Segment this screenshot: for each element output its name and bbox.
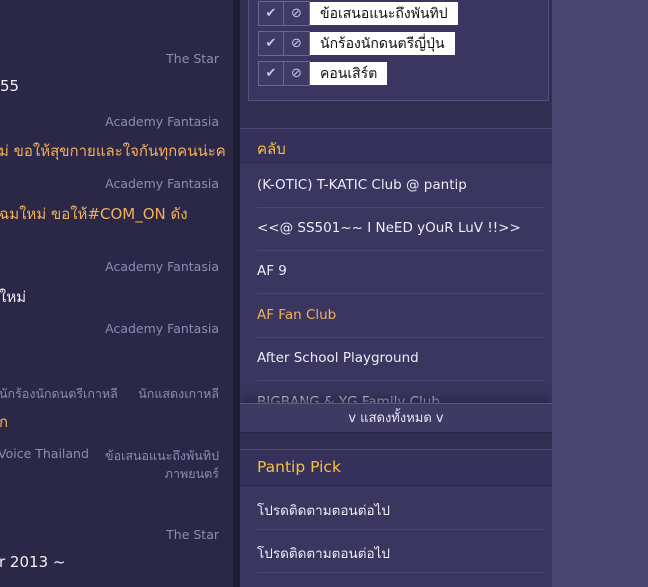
club-item[interactable]: AF Fan Club: [257, 295, 544, 338]
club-item[interactable]: AF 9: [257, 251, 544, 294]
topic-row: ✔ ⊘ นักร้องนักดนตรีญี่ปุ่น: [258, 31, 455, 56]
show-all-button[interactable]: v แสดงทั้งหมด v: [240, 403, 552, 433]
topic-row: ✔ ⊘ คอนเสิร์ต: [258, 61, 388, 86]
club-name: (K-OTIC) T-KATIC Club @ pantip: [257, 177, 467, 193]
feed-tag[interactable]: Voice Thailand: [0, 446, 89, 461]
topic-label[interactable]: ข้อเสนอแนะถึงพันทิป: [310, 2, 458, 25]
feed-title[interactable]: ฉมใหม่ ขอให้#COM_ON ดัง: [0, 202, 188, 226]
check-icon[interactable]: ✔: [258, 1, 284, 26]
feed-tag[interactable]: ภาพยนตร์: [165, 464, 219, 484]
feed-title[interactable]: ม่ ขอให้สุขกายและใจกันทุกคนน่ะค: [0, 139, 226, 163]
feed-title[interactable]: 55: [0, 77, 19, 95]
feed-tag[interactable]: ·: [215, 0, 219, 5]
block-icon[interactable]: ⊘: [284, 61, 310, 86]
clubs-title: คลับ: [257, 140, 286, 158]
feed-tag[interactable]: The Star: [166, 51, 219, 66]
check-icon[interactable]: ✔: [258, 61, 284, 86]
pick-title: Pantip Pick: [257, 458, 341, 476]
topic-feed: · The Star 55 Academy Fantasia ม่ ขอให้ส…: [0, 0, 233, 587]
feed-tag[interactable]: นักแสดงเกาหลี: [138, 384, 219, 404]
feed-tag[interactable]: นักร้องนักดนตรีเกาหลี: [0, 384, 118, 404]
pick-item[interactable]: โปรดติดตามตอนต่อไป: [257, 487, 544, 530]
club-item[interactable]: (K-OTIC) T-KATIC Club @ pantip: [257, 165, 544, 208]
block-icon[interactable]: ⊘: [284, 1, 310, 26]
feed-tag[interactable]: Academy Fantasia: [105, 259, 219, 274]
feed-tag[interactable]: The Star: [166, 527, 219, 542]
club-item[interactable]: After School Playground: [257, 338, 544, 381]
pick-item[interactable]: โปรดติดตามตอนต่อไป: [257, 530, 544, 573]
club-name: After School Playground: [257, 350, 419, 366]
feed-divider: [233, 0, 240, 587]
clubs-panel: คลับ (K-OTIC) T-KATIC Club @ pantip <<@ …: [240, 128, 552, 425]
club-name: <<@ SS501~~ I NeED yOuR LuV !!>>: [257, 220, 521, 236]
sidebar: ✔ ⊘ ข้อเสนอแนะถึงพันทิป ✔ ⊘ นักร้องนักดน…: [240, 0, 552, 587]
pick-item-title: โปรดติดตามตอนต่อไป: [257, 546, 390, 562]
feed-tag[interactable]: ข้อเสนอแนะถึงพันทิป: [105, 446, 219, 466]
topic-row: ✔ ⊘ ข้อเสนอแนะถึงพันทิป: [258, 1, 458, 26]
pantip-pick-panel: Pantip Pick โปรดติดตามตอนต่อไป โปรดติดตา…: [240, 449, 552, 587]
feed-title[interactable]: ใหม่: [0, 285, 26, 309]
feed-title[interactable]: ก: [0, 410, 8, 434]
topic-label[interactable]: คอนเสิร์ต: [310, 62, 388, 85]
panel-gap: [240, 433, 552, 449]
club-item[interactable]: <<@ SS501~~ I NeED yOuR LuV !!>>: [257, 208, 544, 251]
clubs-header: [240, 129, 552, 163]
feed-tag[interactable]: Academy Fantasia: [105, 321, 219, 336]
club-name: AF Fan Club: [257, 307, 337, 323]
feed-title[interactable]: r 2013 ~: [0, 553, 65, 571]
check-icon[interactable]: ✔: [258, 31, 284, 56]
feed-tag[interactable]: Academy Fantasia: [105, 114, 219, 129]
pick-item-title: โปรดติดตามตอนต่อไป: [257, 503, 390, 519]
club-name: AF 9: [257, 263, 287, 279]
feed-tag[interactable]: Academy Fantasia: [105, 176, 219, 191]
topic-label[interactable]: นักร้องนักดนตรีญี่ปุ่น: [310, 32, 455, 55]
block-icon[interactable]: ⊘: [284, 31, 310, 56]
